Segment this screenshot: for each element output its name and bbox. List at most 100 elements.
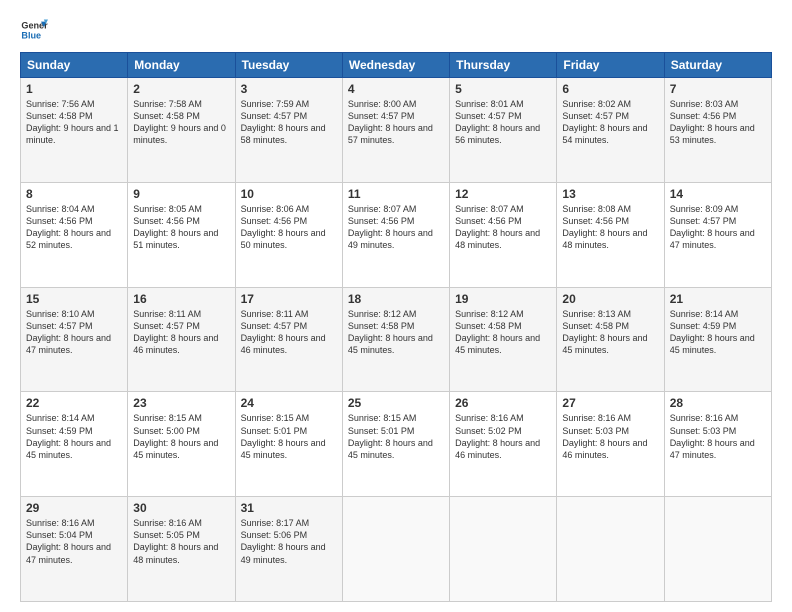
calendar-cell: 17 Sunrise: 8:11 AMSunset: 4:57 PMDayligh… <box>235 287 342 392</box>
cell-info: Sunrise: 8:16 AMSunset: 5:02 PMDaylight:… <box>455 412 551 461</box>
cell-info: Sunrise: 8:15 AMSunset: 5:00 PMDaylight:… <box>133 412 229 461</box>
calendar: SundayMondayTuesdayWednesdayThursdayFrid… <box>20 52 772 602</box>
calendar-cell: 14 Sunrise: 8:09 AMSunset: 4:57 PMDayligh… <box>664 182 771 287</box>
cell-info: Sunrise: 7:59 AMSunset: 4:57 PMDaylight:… <box>241 98 337 147</box>
calendar-cell: 8 Sunrise: 8:04 AMSunset: 4:56 PMDaylight… <box>21 182 128 287</box>
day-number: 29 <box>26 501 122 515</box>
calendar-cell: 6 Sunrise: 8:02 AMSunset: 4:57 PMDaylight… <box>557 78 664 183</box>
calendar-cell: 16 Sunrise: 8:11 AMSunset: 4:57 PMDayligh… <box>128 287 235 392</box>
col-header-wednesday: Wednesday <box>342 53 449 78</box>
day-number: 24 <box>241 396 337 410</box>
cell-info: Sunrise: 8:12 AMSunset: 4:58 PMDaylight:… <box>348 308 444 357</box>
calendar-cell: 30 Sunrise: 8:16 AMSunset: 5:05 PMDayligh… <box>128 497 235 602</box>
cell-info: Sunrise: 8:16 AMSunset: 5:05 PMDaylight:… <box>133 517 229 566</box>
cell-info: Sunrise: 8:15 AMSunset: 5:01 PMDaylight:… <box>241 412 337 461</box>
day-number: 13 <box>562 187 658 201</box>
calendar-cell: 11 Sunrise: 8:07 AMSunset: 4:56 PMDayligh… <box>342 182 449 287</box>
cell-info: Sunrise: 8:09 AMSunset: 4:57 PMDaylight:… <box>670 203 766 252</box>
day-number: 6 <box>562 82 658 96</box>
day-number: 17 <box>241 292 337 306</box>
cell-info: Sunrise: 8:03 AMSunset: 4:56 PMDaylight:… <box>670 98 766 147</box>
col-header-tuesday: Tuesday <box>235 53 342 78</box>
calendar-cell: 9 Sunrise: 8:05 AMSunset: 4:56 PMDaylight… <box>128 182 235 287</box>
calendar-cell: 21 Sunrise: 8:14 AMSunset: 4:59 PMDayligh… <box>664 287 771 392</box>
calendar-cell: 1Sunrise: 7:56 AMSunset: 4:58 PMDaylight… <box>21 78 128 183</box>
day-number: 16 <box>133 292 229 306</box>
day-number: 30 <box>133 501 229 515</box>
cell-info: Sunrise: 8:05 AMSunset: 4:56 PMDaylight:… <box>133 203 229 252</box>
calendar-cell: 15 Sunrise: 8:10 AMSunset: 4:57 PMDayligh… <box>21 287 128 392</box>
cell-info: Sunrise: 8:16 AMSunset: 5:03 PMDaylight:… <box>562 412 658 461</box>
cell-info: Sunrise: 8:00 AMSunset: 4:57 PMDaylight:… <box>348 98 444 147</box>
day-number: 8 <box>26 187 122 201</box>
calendar-cell: 24 Sunrise: 8:15 AMSunset: 5:01 PMDayligh… <box>235 392 342 497</box>
calendar-cell: 7 Sunrise: 8:03 AMSunset: 4:56 PMDaylight… <box>664 78 771 183</box>
cell-info: Sunrise: 8:11 AMSunset: 4:57 PMDaylight:… <box>133 308 229 357</box>
cell-info: Sunrise: 8:11 AMSunset: 4:57 PMDaylight:… <box>241 308 337 357</box>
cell-info: Sunrise: 8:07 AMSunset: 4:56 PMDaylight:… <box>348 203 444 252</box>
cell-info: Sunrise: 8:12 AMSunset: 4:58 PMDaylight:… <box>455 308 551 357</box>
day-number: 21 <box>670 292 766 306</box>
calendar-cell: 22 Sunrise: 8:14 AMSunset: 4:59 PMDayligh… <box>21 392 128 497</box>
calendar-cell: 13 Sunrise: 8:08 AMSunset: 4:56 PMDayligh… <box>557 182 664 287</box>
col-header-thursday: Thursday <box>450 53 557 78</box>
day-number: 2 <box>133 82 229 96</box>
cell-info: Sunrise: 8:08 AMSunset: 4:56 PMDaylight:… <box>562 203 658 252</box>
calendar-cell: 18 Sunrise: 8:12 AMSunset: 4:58 PMDayligh… <box>342 287 449 392</box>
cell-info: Sunrise: 8:14 AMSunset: 4:59 PMDaylight:… <box>26 412 122 461</box>
cell-info: Sunrise: 8:02 AMSunset: 4:57 PMDaylight:… <box>562 98 658 147</box>
day-number: 18 <box>348 292 444 306</box>
cell-info: Sunrise: 8:16 AMSunset: 5:04 PMDaylight:… <box>26 517 122 566</box>
calendar-cell: 23Sunrise: 8:15 AMSunset: 5:00 PMDayligh… <box>128 392 235 497</box>
calendar-cell: 4 Sunrise: 8:00 AMSunset: 4:57 PMDaylight… <box>342 78 449 183</box>
day-number: 22 <box>26 396 122 410</box>
logo: General Blue <box>20 16 52 44</box>
calendar-cell: 2 Sunrise: 7:58 AMSunset: 4:58 PMDaylight… <box>128 78 235 183</box>
calendar-cell: 3 Sunrise: 7:59 AMSunset: 4:57 PMDaylight… <box>235 78 342 183</box>
cell-info: Sunrise: 8:10 AMSunset: 4:57 PMDaylight:… <box>26 308 122 357</box>
calendar-cell <box>450 497 557 602</box>
col-header-sunday: Sunday <box>21 53 128 78</box>
day-number: 31 <box>241 501 337 515</box>
calendar-cell <box>557 497 664 602</box>
cell-info: Sunrise: 8:16 AMSunset: 5:03 PMDaylight:… <box>670 412 766 461</box>
day-number: 9 <box>133 187 229 201</box>
day-number: 3 <box>241 82 337 96</box>
day-number: 20 <box>562 292 658 306</box>
day-number: 28 <box>670 396 766 410</box>
day-number: 27 <box>562 396 658 410</box>
day-number: 15 <box>26 292 122 306</box>
calendar-cell: 31 Sunrise: 8:17 AMSunset: 5:06 PMDayligh… <box>235 497 342 602</box>
calendar-cell: 28 Sunrise: 8:16 AMSunset: 5:03 PMDayligh… <box>664 392 771 497</box>
cell-info: Sunrise: 8:06 AMSunset: 4:56 PMDaylight:… <box>241 203 337 252</box>
calendar-cell: 12 Sunrise: 8:07 AMSunset: 4:56 PMDayligh… <box>450 182 557 287</box>
day-number: 5 <box>455 82 551 96</box>
col-header-saturday: Saturday <box>664 53 771 78</box>
cell-info: Sunrise: 8:14 AMSunset: 4:59 PMDaylight:… <box>670 308 766 357</box>
calendar-cell <box>342 497 449 602</box>
calendar-cell: 5Sunrise: 8:01 AMSunset: 4:57 PMDaylight… <box>450 78 557 183</box>
calendar-cell: 25 Sunrise: 8:15 AMSunset: 5:01 PMDayligh… <box>342 392 449 497</box>
cell-info: Sunrise: 8:13 AMSunset: 4:58 PMDaylight:… <box>562 308 658 357</box>
cell-info: Sunrise: 8:17 AMSunset: 5:06 PMDaylight:… <box>241 517 337 566</box>
cell-info: Sunrise: 8:04 AMSunset: 4:56 PMDaylight:… <box>26 203 122 252</box>
cell-info: Sunrise: 7:58 AMSunset: 4:58 PMDaylight:… <box>133 98 229 147</box>
day-number: 25 <box>348 396 444 410</box>
logo-icon: General Blue <box>20 16 48 44</box>
calendar-cell: 10 Sunrise: 8:06 AMSunset: 4:56 PMDayligh… <box>235 182 342 287</box>
day-number: 7 <box>670 82 766 96</box>
day-number: 4 <box>348 82 444 96</box>
calendar-cell: 29 Sunrise: 8:16 AMSunset: 5:04 PMDayligh… <box>21 497 128 602</box>
calendar-cell: 27 Sunrise: 8:16 AMSunset: 5:03 PMDayligh… <box>557 392 664 497</box>
cell-info: Sunrise: 8:15 AMSunset: 5:01 PMDaylight:… <box>348 412 444 461</box>
day-number: 11 <box>348 187 444 201</box>
calendar-cell: 26Sunrise: 8:16 AMSunset: 5:02 PMDayligh… <box>450 392 557 497</box>
day-number: 12 <box>455 187 551 201</box>
day-number: 10 <box>241 187 337 201</box>
col-header-friday: Friday <box>557 53 664 78</box>
day-number: 14 <box>670 187 766 201</box>
svg-text:Blue: Blue <box>21 30 41 40</box>
calendar-cell: 20 Sunrise: 8:13 AMSunset: 4:58 PMDayligh… <box>557 287 664 392</box>
day-number: 19 <box>455 292 551 306</box>
cell-info: Sunrise: 8:07 AMSunset: 4:56 PMDaylight:… <box>455 203 551 252</box>
